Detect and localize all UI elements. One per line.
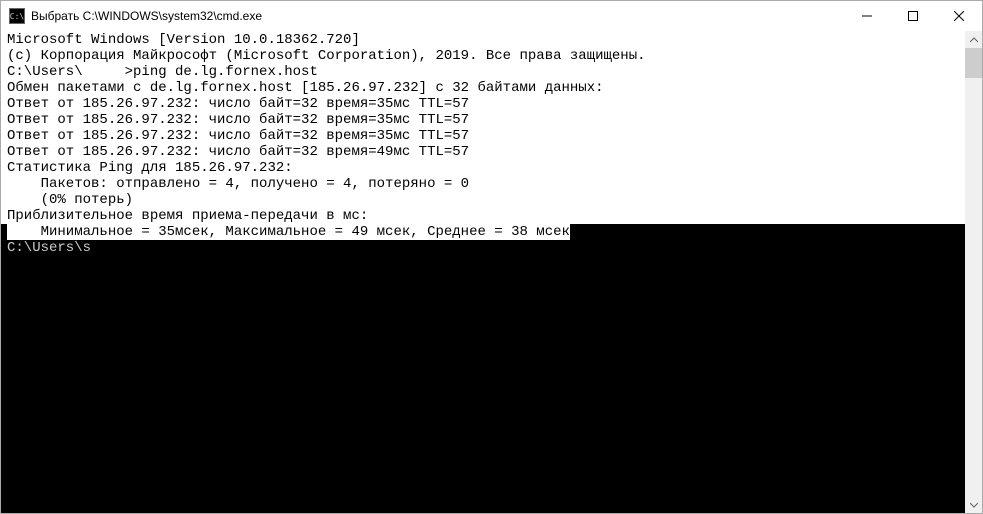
cmd-window: C:\ Выбрать C:\WINDOWS\system32\cmd.exe … — [0, 0, 983, 514]
output-line: (0% потерь) — [7, 192, 965, 208]
prompt-line: C:\Users\s — [7, 240, 965, 256]
maximize-icon — [908, 11, 918, 21]
prompt-line: C:\Users\ >ping de.lg.fornex.host — [7, 64, 965, 80]
output-line: Статистика Ping для 185.26.97.232: — [7, 160, 965, 176]
scroll-thumb[interactable] — [965, 48, 982, 78]
vertical-scrollbar[interactable] — [965, 31, 982, 513]
output-line: (c) Корпорация Майкрософт (Microsoft Cor… — [7, 48, 965, 64]
selected-region: Microsoft Windows [Version 10.0.18362.72… — [1, 31, 965, 224]
output-line: Минимальное = 35мсек, Максимальное = 49 … — [7, 224, 965, 240]
cmd-icon: C:\ — [9, 8, 25, 24]
client-area: Microsoft Windows [Version 10.0.18362.72… — [1, 31, 982, 513]
output-line: Пакетов: отправлено = 4, получено = 4, п… — [7, 176, 965, 192]
selection-tail: Минимальное = 35мсек, Максимальное = 49 … — [7, 224, 570, 240]
scroll-track[interactable] — [965, 48, 982, 496]
scroll-down-button[interactable] — [965, 496, 982, 513]
output-line: Ответ от 185.26.97.232: число байт=32 вр… — [7, 128, 965, 144]
unselected-region: Минимальное = 35мсек, Максимальное = 49 … — [1, 224, 965, 256]
window-controls — [844, 1, 982, 31]
close-button[interactable] — [936, 1, 982, 31]
output-line: Обмен пакетами с de.lg.fornex.host [185.… — [7, 80, 965, 96]
chevron-down-icon — [970, 502, 978, 508]
output-line: Microsoft Windows [Version 10.0.18362.72… — [7, 32, 965, 48]
scroll-up-button[interactable] — [965, 31, 982, 48]
chevron-up-icon — [970, 37, 978, 43]
maximize-button[interactable] — [890, 1, 936, 31]
output-line: Ответ от 185.26.97.232: число байт=32 вр… — [7, 112, 965, 128]
minimize-button[interactable] — [844, 1, 890, 31]
titlebar[interactable]: C:\ Выбрать C:\WINDOWS\system32\cmd.exe — [1, 1, 982, 31]
close-icon — [954, 11, 964, 21]
output-line: Приблизительное время приема-передачи в … — [7, 208, 965, 224]
output-line: Ответ от 185.26.97.232: число байт=32 вр… — [7, 144, 965, 160]
terminal[interactable]: Microsoft Windows [Version 10.0.18362.72… — [1, 31, 965, 513]
minimize-icon — [862, 11, 872, 21]
window-title: Выбрать C:\WINDOWS\system32\cmd.exe — [31, 9, 844, 23]
output-line: Ответ от 185.26.97.232: число байт=32 вр… — [7, 96, 965, 112]
